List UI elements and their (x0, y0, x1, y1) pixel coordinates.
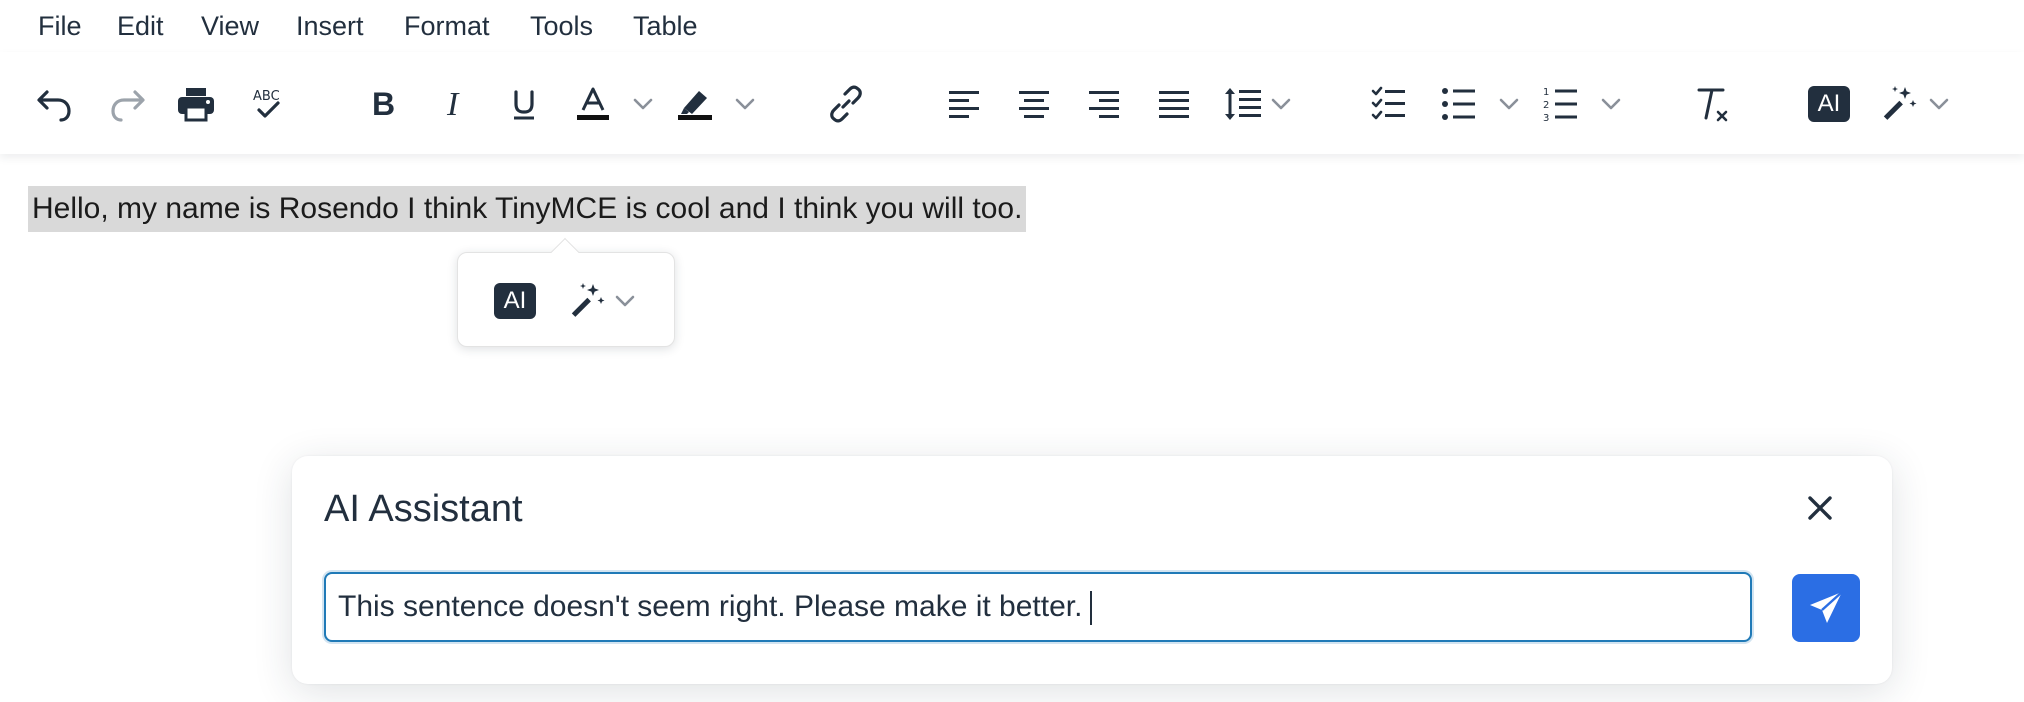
align-right-icon (1089, 91, 1119, 118)
align-justify-button[interactable] (1154, 72, 1194, 136)
svg-text:3: 3 (1543, 113, 1549, 123)
chevron-down-icon (633, 98, 653, 110)
prompt-input-content: This sentence doesn't seem right. Please… (338, 574, 1093, 640)
align-center-icon (1019, 91, 1049, 118)
send-button[interactable] (1792, 574, 1860, 642)
highlight-dropdown[interactable] (732, 72, 758, 136)
checklist-button[interactable] (1368, 72, 1410, 136)
menu-edit[interactable]: Edit (117, 8, 164, 44)
line-height-icon (1225, 88, 1261, 120)
ai-assistant-dialog: AI Assistant This sentence doesn't seem … (292, 456, 1892, 684)
redo-icon (111, 90, 145, 122)
menubar: File Edit View Insert Format Tools Table (0, 0, 2024, 52)
undo-button[interactable] (30, 72, 78, 136)
print-button[interactable] (172, 72, 220, 136)
toolbar: ABC B I 1 2 3 AI (0, 52, 2024, 154)
bold-icon: B (372, 86, 395, 122)
send-icon (1810, 591, 1843, 623)
bold-button[interactable]: B (364, 72, 404, 136)
link-icon (830, 85, 862, 123)
italic-button[interactable]: I (434, 72, 474, 136)
text-color-button[interactable] (572, 72, 614, 136)
align-right-button[interactable] (1084, 72, 1124, 136)
close-icon (1808, 496, 1832, 520)
ai-shortcuts-dropdown[interactable] (1926, 72, 1952, 136)
svg-text:B: B (372, 86, 395, 122)
svg-text:ABC: ABC (253, 89, 280, 104)
svg-text:I: I (446, 86, 460, 123)
underline-icon (514, 90, 534, 120)
line-height-dropdown[interactable] (1268, 72, 1294, 136)
numbered-list-icon: 1 2 3 (1543, 87, 1577, 123)
selected-paragraph[interactable]: Hello, my name is Rosendo I think TinyMC… (28, 186, 1027, 232)
print-icon (178, 88, 214, 122)
clear-formatting-button[interactable] (1690, 72, 1732, 136)
text-color-dropdown[interactable] (630, 72, 656, 136)
underline-button[interactable] (504, 72, 544, 136)
prompt-input[interactable]: This sentence doesn't seem right. Please… (324, 572, 1752, 642)
clear-formatting-icon (1697, 88, 1728, 122)
menu-insert[interactable]: Insert (296, 8, 364, 44)
bullet-list-icon (1442, 88, 1475, 120)
text-caret (1090, 591, 1093, 626)
menu-tools[interactable]: Tools (530, 8, 593, 44)
link-button[interactable] (822, 72, 870, 136)
line-height-button[interactable] (1222, 72, 1264, 136)
svg-text:1: 1 (1543, 87, 1549, 98)
align-justify-icon (1159, 91, 1189, 118)
align-left-icon (949, 91, 979, 118)
ai-label: AI (503, 287, 527, 314)
close-button[interactable] (1798, 486, 1842, 530)
menu-view[interactable]: View (201, 8, 259, 44)
menu-format[interactable]: Format (404, 8, 490, 44)
undo-icon (37, 90, 71, 122)
spellcheck-button[interactable]: ABC (244, 72, 292, 136)
italic-icon: I (446, 86, 460, 123)
numbered-list-button[interactable]: 1 2 3 (1540, 72, 1582, 136)
prompt-input-value: This sentence doesn't seem right. Please… (338, 590, 1083, 623)
numbered-list-dropdown[interactable] (1598, 72, 1624, 136)
ai-button[interactable]: AI (1806, 72, 1852, 136)
svg-text:2: 2 (1543, 100, 1549, 111)
ai-shortcuts-button[interactable] (1876, 72, 1920, 136)
chevron-down-icon (1499, 98, 1519, 110)
checklist-icon (1371, 86, 1405, 120)
highlight-button[interactable] (674, 72, 718, 136)
highlight-icon (678, 91, 712, 120)
chevron-down-icon (1601, 98, 1621, 110)
redo-button[interactable] (104, 72, 152, 136)
quickbar-ai-shortcuts-button[interactable] (564, 279, 608, 323)
align-left-button[interactable] (944, 72, 984, 136)
menu-file[interactable]: File (38, 8, 82, 44)
dialog-title: AI Assistant (324, 488, 523, 530)
chevron-down-icon (1929, 98, 1949, 110)
ai-label: AI (1817, 90, 1841, 117)
bullet-list-button[interactable] (1438, 72, 1480, 136)
selection-quickbar: AI (457, 252, 675, 347)
bullet-list-dropdown[interactable] (1496, 72, 1522, 136)
menu-table[interactable]: Table (633, 8, 698, 44)
quickbar-ai-button[interactable]: AI (494, 283, 536, 319)
quickbar-ai-shortcuts-dropdown[interactable] (612, 279, 638, 323)
chevron-down-icon (735, 98, 755, 110)
text-color-icon (577, 87, 609, 120)
chevron-down-icon (615, 295, 635, 307)
chevron-down-icon (1271, 98, 1291, 110)
align-center-button[interactable] (1014, 72, 1054, 136)
ai-icon: AI (1808, 86, 1850, 122)
magic-wand-icon (1883, 86, 1917, 120)
magic-wand-icon (571, 283, 605, 317)
spellcheck-icon: ABC (253, 89, 280, 118)
